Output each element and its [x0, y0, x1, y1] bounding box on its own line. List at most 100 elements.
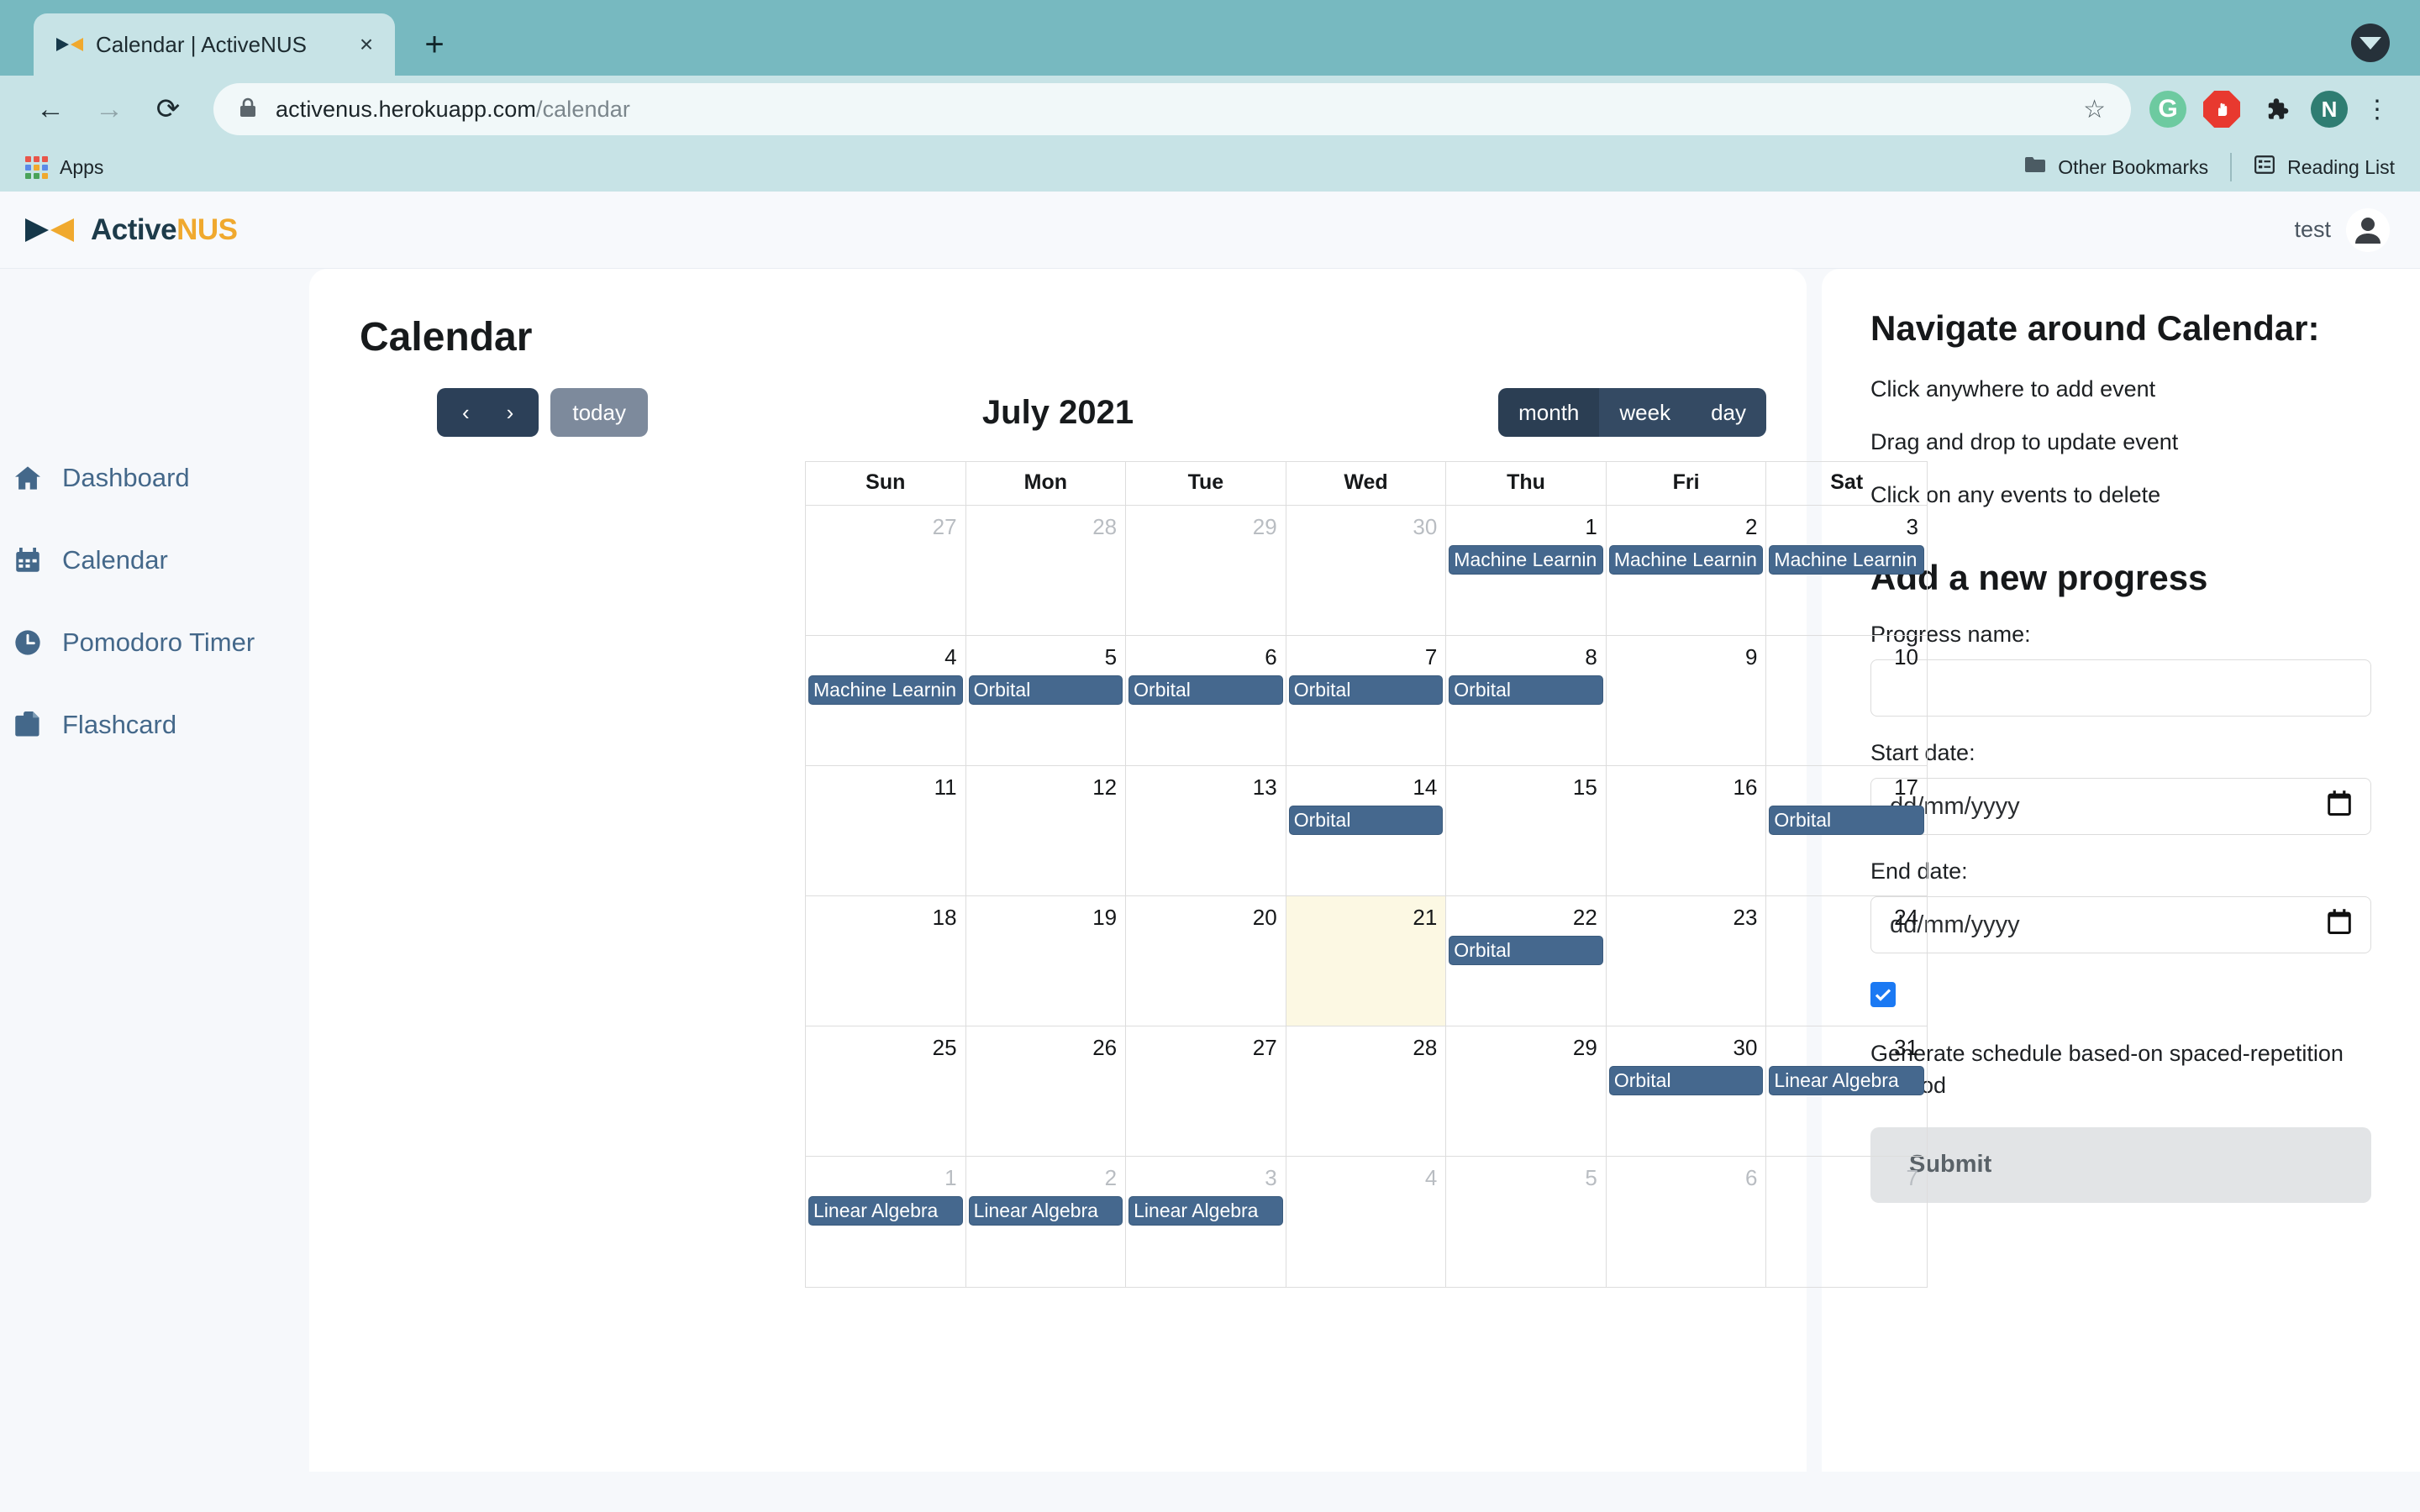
- calendar-day-cell[interactable]: 12: [966, 766, 1127, 895]
- calendar-day-cell[interactable]: 1 Linear Algebra: [806, 1157, 966, 1287]
- calendar-event[interactable]: Linear Algebra: [1769, 1066, 1924, 1096]
- other-bookmarks-folder[interactable]: Other Bookmarks: [2024, 155, 2208, 179]
- new-tab-button[interactable]: +: [407, 17, 462, 72]
- calendar-day-cell[interactable]: 30: [1286, 506, 1447, 635]
- calendar-day-cell[interactable]: 2 Linear Algebra: [966, 1157, 1127, 1287]
- calendar-day-cell[interactable]: 14 Orbital: [1286, 766, 1447, 895]
- calendar-day-cell[interactable]: 16: [1607, 766, 1767, 895]
- calendar-day-cell[interactable]: 24: [1766, 896, 1927, 1026]
- calendar-day-cell[interactable]: 22 Orbital: [1446, 896, 1607, 1026]
- view-week-button[interactable]: week: [1599, 388, 1691, 437]
- day-number: 30: [1733, 1035, 1758, 1060]
- calendar-event[interactable]: Orbital: [1128, 675, 1283, 706]
- day-number: 20: [1252, 905, 1277, 930]
- calendar-event[interactable]: Linear Algebra: [1128, 1196, 1283, 1226]
- extensions-puzzle-icon[interactable]: [2257, 91, 2294, 128]
- view-month-button[interactable]: month: [1498, 388, 1600, 437]
- end-date-input[interactable]: dd/mm/yyyy: [1870, 896, 2371, 954]
- apps-shortcut[interactable]: Apps: [25, 155, 103, 179]
- calendar-day-cell[interactable]: 18: [806, 896, 966, 1026]
- calendar-day-cell[interactable]: 21: [1286, 896, 1447, 1026]
- calendar-day-cell[interactable]: 28: [966, 506, 1127, 635]
- calendar-event[interactable]: Orbital: [1288, 675, 1444, 706]
- app-logo[interactable]: ActiveNUS: [24, 213, 238, 247]
- calendar-picker-icon[interactable]: [2327, 790, 2352, 823]
- tip-text: Click anywhere to add event: [1870, 375, 2156, 402]
- calendar-day-cell[interactable]: 15: [1446, 766, 1607, 895]
- calendar-day-cell[interactable]: 13: [1126, 766, 1286, 895]
- calendar-day-cell[interactable]: 2 Machine Learnin: [1607, 506, 1767, 635]
- calendar-day-cell[interactable]: 9: [1607, 636, 1767, 765]
- calendar-day-cell[interactable]: 19: [966, 896, 1127, 1026]
- tab-search-button[interactable]: [2351, 24, 2390, 62]
- browser-tab[interactable]: Calendar | ActiveNUS ×: [34, 13, 395, 76]
- sidebar-item-pomodoro-timer[interactable]: Pomodoro Timer: [0, 601, 309, 684]
- calendar-day-cell[interactable]: 31 Linear Algebra: [1766, 1026, 1927, 1156]
- calendar-event[interactable]: Linear Algebra: [968, 1196, 1123, 1226]
- bookmark-star-icon[interactable]: ☆: [2083, 95, 2106, 124]
- calendar-day-cell[interactable]: 4 Machine Learnin: [806, 636, 966, 765]
- forward-icon[interactable]: →: [82, 82, 136, 136]
- calendar-nav-buttons: ‹ ›: [437, 388, 539, 437]
- calendar-day-cell[interactable]: 8 Orbital: [1446, 636, 1607, 765]
- progress-name-input[interactable]: [1870, 659, 2371, 717]
- view-day-button[interactable]: day: [1691, 388, 1766, 437]
- calendar-day-cell[interactable]: 11: [806, 766, 966, 895]
- page-body: Dashboard Calendar Pomodoro Timer Flashc…: [0, 269, 2420, 1472]
- calendar-event[interactable]: Orbital: [1449, 936, 1603, 966]
- calendar-day-cell[interactable]: 10: [1766, 636, 1927, 765]
- browser-menu-icon[interactable]: ⋮: [2365, 97, 2390, 122]
- calendar-day-cell[interactable]: 7 Orbital: [1286, 636, 1447, 765]
- grammarly-extension-icon[interactable]: G: [2149, 91, 2186, 128]
- calendar-event[interactable]: Orbital: [1769, 806, 1924, 836]
- calendar-day-cell[interactable]: 4: [1286, 1157, 1447, 1287]
- address-bar[interactable]: activenus.herokuapp.com/calendar ☆: [213, 83, 2131, 135]
- calendar-day-cell[interactable]: 5: [1446, 1157, 1607, 1287]
- calendar-event[interactable]: Orbital: [1449, 675, 1603, 706]
- sidebar-item-label: Calendar: [62, 545, 168, 575]
- calendar-event[interactable]: Orbital: [968, 675, 1123, 706]
- calendar-day-cell[interactable]: 20: [1126, 896, 1286, 1026]
- calendar-day-cell[interactable]: 27: [1126, 1026, 1286, 1156]
- calendar-day-cell[interactable]: 29: [1126, 506, 1286, 635]
- reload-icon[interactable]: ⟳: [141, 82, 195, 136]
- calendar-day-cell[interactable]: 3 Linear Algebra: [1126, 1157, 1286, 1287]
- calendar-picker-icon[interactable]: [2327, 908, 2352, 942]
- calendar-day-cell[interactable]: 27: [806, 506, 966, 635]
- calendar-event[interactable]: Orbital: [1608, 1066, 1764, 1096]
- calendar-day-cell[interactable]: 5 Orbital: [966, 636, 1127, 765]
- calendar-day-cell[interactable]: 1 Machine Learnin: [1446, 506, 1607, 635]
- calendar-day-cell[interactable]: 25: [806, 1026, 966, 1156]
- next-month-button[interactable]: ›: [507, 400, 514, 426]
- calendar-day-cell[interactable]: 6: [1607, 1157, 1767, 1287]
- calendar-day-cell[interactable]: 29: [1446, 1026, 1607, 1156]
- close-icon[interactable]: ×: [350, 28, 383, 61]
- calendar-day-cell[interactable]: 26: [966, 1026, 1127, 1156]
- today-button[interactable]: today: [550, 388, 648, 437]
- calendar-day-cell[interactable]: 7: [1766, 1157, 1927, 1287]
- back-icon[interactable]: ←: [24, 82, 77, 136]
- calendar-day-cell[interactable]: 28: [1286, 1026, 1447, 1156]
- calendar-event[interactable]: Machine Learnin: [1608, 545, 1764, 575]
- day-number: 25: [932, 1035, 957, 1060]
- start-date-input[interactable]: dd/mm/yyyy: [1870, 778, 2371, 836]
- calendar-event[interactable]: Machine Learnin: [1769, 545, 1924, 575]
- sidebar-item-dashboard[interactable]: Dashboard: [0, 437, 309, 519]
- calendar-day-cell[interactable]: 3 Machine Learnin: [1766, 506, 1927, 635]
- calendar-event[interactable]: Orbital: [1288, 806, 1444, 836]
- calendar-event[interactable]: Machine Learnin: [1449, 545, 1603, 575]
- sidebar-item-calendar[interactable]: Calendar: [0, 519, 309, 601]
- calendar-day-cell[interactable]: 23: [1607, 896, 1767, 1026]
- calendar-day-cell[interactable]: 6 Orbital: [1126, 636, 1286, 765]
- calendar-event[interactable]: Linear Algebra: [808, 1196, 963, 1226]
- calendar-day-cell[interactable]: 17 Orbital: [1766, 766, 1927, 895]
- reading-list-button[interactable]: Reading List: [2254, 154, 2395, 181]
- prev-month-button[interactable]: ‹: [462, 400, 470, 426]
- submit-button[interactable]: Submit: [1870, 1126, 2371, 1203]
- calendar-day-cell[interactable]: 30 Orbital: [1607, 1026, 1767, 1156]
- calendar-event[interactable]: Machine Learnin: [808, 675, 963, 706]
- adblock-extension-icon[interactable]: [2203, 91, 2240, 128]
- sidebar-item-flashcard[interactable]: Flashcard: [0, 684, 309, 766]
- browser-profile-avatar[interactable]: N: [2311, 91, 2348, 128]
- avatar[interactable]: [2346, 207, 2390, 252]
